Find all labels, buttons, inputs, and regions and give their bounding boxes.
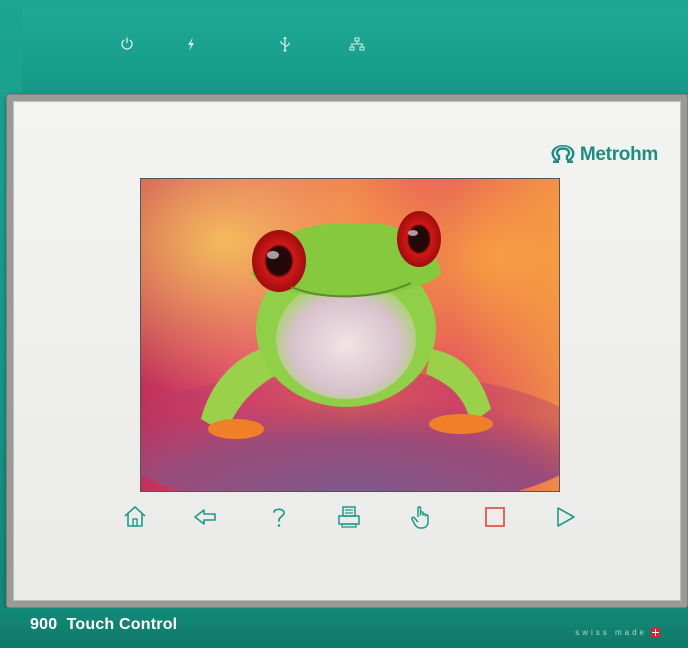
start-button[interactable] bbox=[550, 502, 580, 532]
model-label: 900 Touch Control bbox=[30, 616, 178, 633]
home-button[interactable] bbox=[120, 502, 150, 532]
stop-button[interactable] bbox=[480, 502, 510, 532]
power-icon bbox=[118, 35, 136, 53]
status-bar bbox=[22, 8, 688, 98]
lightning-icon bbox=[182, 35, 200, 53]
manual-button[interactable] bbox=[406, 502, 436, 532]
touch-screen[interactable] bbox=[140, 178, 560, 492]
hand-icon bbox=[411, 506, 429, 529]
display-panel: Metrohm bbox=[13, 101, 681, 601]
play-icon bbox=[557, 507, 575, 527]
home-icon bbox=[124, 505, 146, 527]
usb-icon bbox=[276, 35, 294, 53]
stop-square-icon bbox=[485, 507, 505, 527]
display-bezel: Metrohm bbox=[6, 94, 688, 608]
back-button[interactable] bbox=[190, 502, 220, 532]
network-icon bbox=[348, 35, 366, 53]
logo-text: Metrohm bbox=[579, 144, 658, 165]
swiss-made-text: swiss made bbox=[575, 628, 647, 637]
swiss-made-label: swiss made bbox=[575, 628, 660, 637]
question-icon bbox=[273, 508, 285, 527]
omega-logo-icon bbox=[551, 145, 575, 163]
swiss-flag-icon bbox=[651, 628, 660, 637]
metrohm-logo: Metrohm bbox=[550, 144, 658, 166]
help-button[interactable] bbox=[264, 502, 294, 532]
printer-icon bbox=[338, 506, 360, 528]
tree-frog-image bbox=[141, 179, 559, 491]
print-button[interactable] bbox=[334, 502, 364, 532]
back-arrow-icon bbox=[194, 509, 216, 525]
